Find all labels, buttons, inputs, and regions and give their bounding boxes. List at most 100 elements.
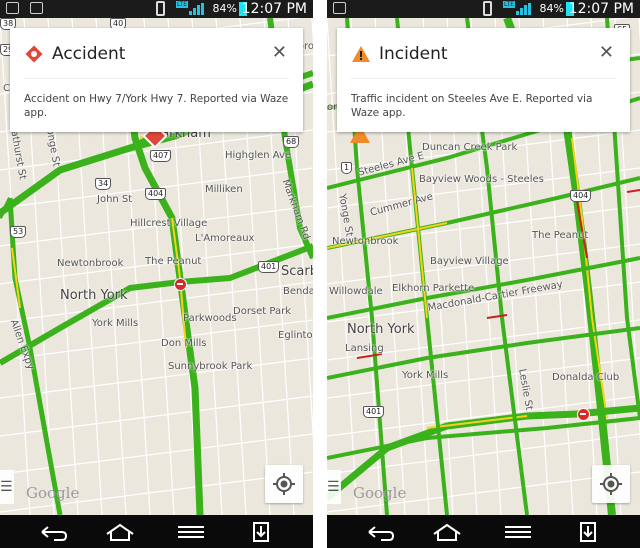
lte-icon: LTE (503, 1, 515, 8)
status-bar: LTE 84% 12:07 PM (0, 0, 313, 18)
close-button[interactable]: ✕ (599, 42, 614, 63)
divider (24, 78, 289, 79)
map-label: L'Amoreaux (195, 233, 255, 244)
menu-nav-icon (178, 526, 204, 538)
incident-card[interactable]: Incident ✕ Traffic incident on Steeles Ave… (337, 28, 630, 132)
gallery-notification-icon (6, 2, 19, 14)
road-closure-icon[interactable] (577, 408, 590, 421)
map-label: Dorset Park (233, 306, 292, 317)
bbm-notification-icon (30, 2, 43, 14)
map-label: Bayview Village (430, 256, 509, 267)
my-location-button[interactable] (265, 465, 303, 503)
divider (351, 78, 616, 79)
menu-button[interactable]: ☰ (0, 470, 14, 504)
menu-button[interactable]: ☰ (327, 470, 341, 504)
card-description: Traffic incident on Steeles Ave E. Repor… (351, 93, 593, 119)
highway-shield: 1 (341, 162, 353, 174)
signal-icon (189, 3, 205, 15)
back-button[interactable] (36, 521, 70, 543)
vibrate-icon (156, 1, 165, 16)
map-label: Lansing (345, 343, 384, 354)
minor-street (0, 357, 313, 399)
battery-percent: 84% (212, 2, 237, 15)
map-label: Milliken (205, 184, 243, 195)
phone-left: Crosby Park16th AveMarkhamHighglen AveMi… (0, 0, 313, 548)
traffic-road (486, 314, 508, 319)
download-button[interactable] (571, 521, 605, 543)
map-label: York Mills (92, 318, 139, 329)
map-label: The Peanut (532, 230, 589, 241)
google-logo: Google (353, 484, 407, 502)
highway-shield: 34 (95, 178, 112, 190)
download-icon (253, 522, 269, 542)
clock: 12:07 PM (241, 1, 307, 17)
crosshair-icon (273, 473, 295, 495)
map-label: Sunnybrook Park (168, 361, 253, 372)
navigation-bar (327, 515, 640, 548)
map-label: John St (97, 194, 133, 205)
download-button[interactable] (244, 521, 278, 543)
map-label: Highglen Ave (225, 150, 292, 161)
road-closure-icon[interactable] (174, 278, 187, 291)
map-label: Newtonbrook (57, 258, 124, 269)
highway-shield: 404 (145, 188, 167, 200)
minor-street (0, 319, 313, 361)
back-icon (41, 526, 68, 541)
map-label: Scarb (281, 264, 313, 279)
highway-shield: 407 (150, 150, 172, 162)
map-label: Hillcrest Village (130, 218, 208, 229)
map-label: Don Mills (161, 338, 207, 349)
my-location-button[interactable] (592, 465, 630, 503)
navigation-bar (0, 515, 313, 548)
map-label: York Mills (402, 370, 449, 381)
download-icon (580, 522, 596, 542)
map-label: Newtonbrook (332, 236, 399, 247)
status-bar: LTE 84% 12:07 PM (327, 0, 640, 18)
menu-nav-button[interactable] (174, 521, 208, 543)
map-label: Duncan Creek Park (422, 142, 518, 153)
highway-shield: 404 (570, 190, 592, 202)
google-logo: Google (26, 484, 80, 502)
close-button[interactable]: ✕ (272, 42, 287, 63)
highway-shield: 401 (363, 406, 385, 418)
map-label: Eglinton (278, 330, 313, 341)
card-title: Accident (52, 44, 126, 64)
bbm-notification-icon (333, 2, 346, 14)
traffic-road (626, 189, 640, 193)
clock: 12:07 PM (568, 1, 634, 17)
traffic-road (7, 197, 63, 515)
highway-shield: 401 (258, 261, 280, 273)
back-icon (368, 526, 395, 541)
card-description: Accident on Hwy 7/York Hwy 7. Reported v… (24, 93, 289, 119)
incident-card[interactable]: Accident ✕ Accident on Hwy 7/York Hwy 7. R… (10, 28, 303, 132)
battery-percent: 84% (539, 2, 564, 15)
home-button[interactable] (103, 521, 137, 543)
map-label: Bayview Woods - Steeles (419, 174, 544, 185)
vibrate-icon (483, 1, 492, 16)
highway-shield: 68 (283, 136, 300, 148)
back-button[interactable] (363, 521, 397, 543)
menu-nav-button[interactable] (501, 521, 535, 543)
map-label: Elkhorn Parkette (392, 283, 475, 294)
menu-nav-icon (505, 526, 531, 538)
lte-icon: LTE (176, 1, 188, 8)
map-label: North York (347, 322, 415, 337)
traffic-road (411, 167, 428, 319)
highway-shield: 53 (10, 226, 27, 238)
map-label: Parkwoods (183, 313, 237, 324)
crosshair-icon (600, 473, 622, 495)
accident-icon (24, 44, 44, 64)
map-label: Willowdale (329, 286, 383, 297)
home-icon (433, 523, 461, 541)
home-icon (106, 523, 134, 541)
home-button[interactable] (430, 521, 464, 543)
signal-icon (516, 3, 532, 15)
map-label: Donalda Club (552, 372, 620, 383)
warning-icon (351, 44, 371, 64)
map-label: Bendale (283, 286, 313, 297)
phone-right: LangstaffDuncan ParkJohn StornhillDuncan… (327, 0, 640, 548)
map-label: The Peanut (145, 256, 202, 267)
card-title: Incident (379, 44, 448, 64)
traffic-road (426, 415, 528, 429)
map-label: North York (60, 288, 128, 303)
